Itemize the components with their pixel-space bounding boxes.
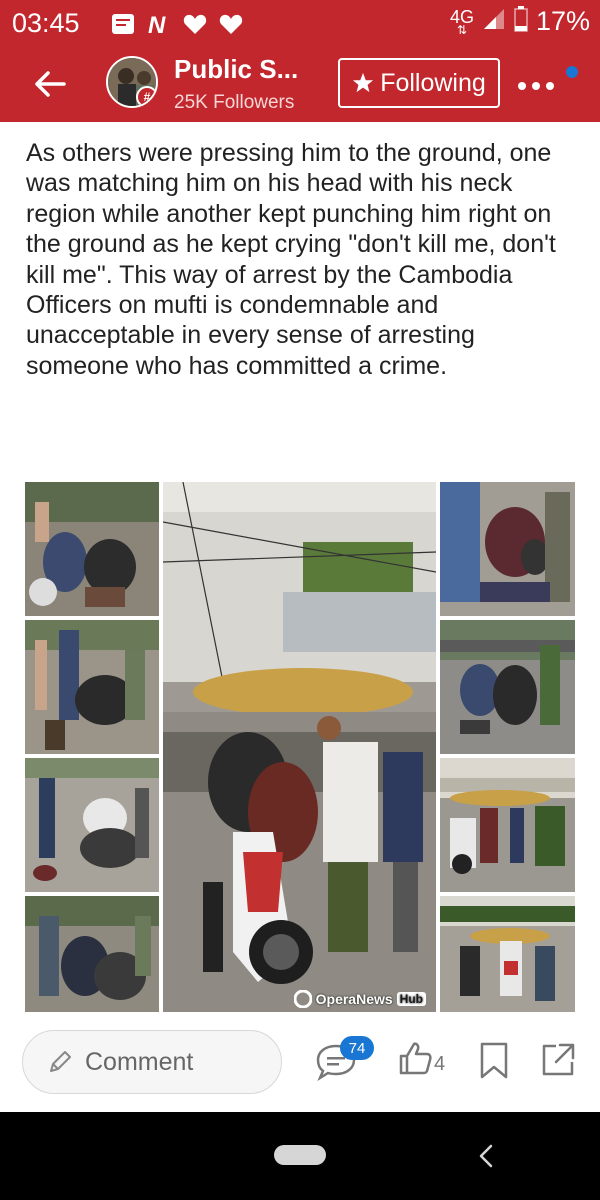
share-icon: [542, 1043, 575, 1076]
battery-icon: [514, 6, 528, 37]
heart-icon: [218, 11, 244, 37]
article-image[interactable]: OperaNews Hub: [25, 482, 575, 1012]
channel-name[interactable]: Public S...: [174, 54, 298, 85]
watermark-text: OperaNews: [315, 991, 393, 1007]
system-navigation-bar: [0, 1112, 600, 1200]
star-icon: [353, 72, 374, 93]
app-header: # Public S... 25K Followers Following: [0, 48, 600, 122]
status-time: 03:45: [12, 8, 80, 38]
like-count: 4: [434, 1053, 446, 1075]
collage-thumb: [25, 896, 159, 1012]
share-button[interactable]: [540, 1042, 576, 1078]
notification-dot: [566, 66, 578, 78]
main-photo: OperaNews Hub: [163, 482, 436, 1012]
svg-text:N: N: [148, 12, 166, 36]
thumbs-up-icon: [399, 1042, 432, 1075]
avatar-badge: #: [136, 86, 156, 106]
back-button[interactable]: [30, 64, 70, 104]
collage-thumb: [25, 758, 159, 892]
heart-icon: [182, 11, 208, 37]
collage-thumb: [440, 758, 575, 892]
more-options-button[interactable]: [516, 66, 556, 100]
following-label: Following: [380, 68, 486, 97]
status-bar: 03:45 N 4G ⇅ 17%: [0, 0, 600, 48]
channel-avatar[interactable]: #: [106, 56, 158, 108]
bookmark-icon: [480, 1042, 508, 1079]
opera-logo-icon: [293, 990, 312, 1008]
home-pill-button[interactable]: [274, 1145, 326, 1165]
chevron-left-icon: [479, 1144, 493, 1168]
collage-thumb: [440, 482, 575, 616]
bookmark-button[interactable]: [478, 1042, 510, 1080]
collage-thumb: [25, 482, 159, 616]
collage-thumb: [440, 620, 575, 754]
collage-thumb: [440, 896, 575, 1012]
pencil-icon: [50, 1051, 71, 1072]
battery-percent: 17%: [535, 6, 590, 36]
message-icon: [110, 11, 136, 37]
opera-news-watermark: OperaNews Hub: [293, 990, 426, 1008]
news-n-icon: N: [146, 11, 172, 37]
action-bar: Comment 74 4: [0, 1018, 600, 1112]
comment-count-badge: 74: [340, 1036, 374, 1060]
nav-back-button[interactable]: [476, 1142, 496, 1170]
followers-count: 25K Followers: [174, 92, 295, 113]
network-indicator: 4G ⇅: [449, 6, 474, 37]
watermark-hub: Hub: [396, 992, 426, 1006]
article-body: As others were pressing him to the groun…: [26, 139, 556, 380]
more-dots-icon: [518, 82, 554, 90]
arrow-left-icon: [35, 71, 66, 97]
signal-icon: [482, 7, 506, 36]
following-button[interactable]: Following: [338, 58, 500, 108]
like-button[interactable]: 4: [398, 1040, 445, 1076]
comment-input[interactable]: Comment: [22, 1030, 282, 1094]
comment-placeholder: Comment: [85, 1047, 194, 1076]
notification-icons: N: [110, 11, 244, 37]
collage-thumb: [25, 620, 159, 754]
